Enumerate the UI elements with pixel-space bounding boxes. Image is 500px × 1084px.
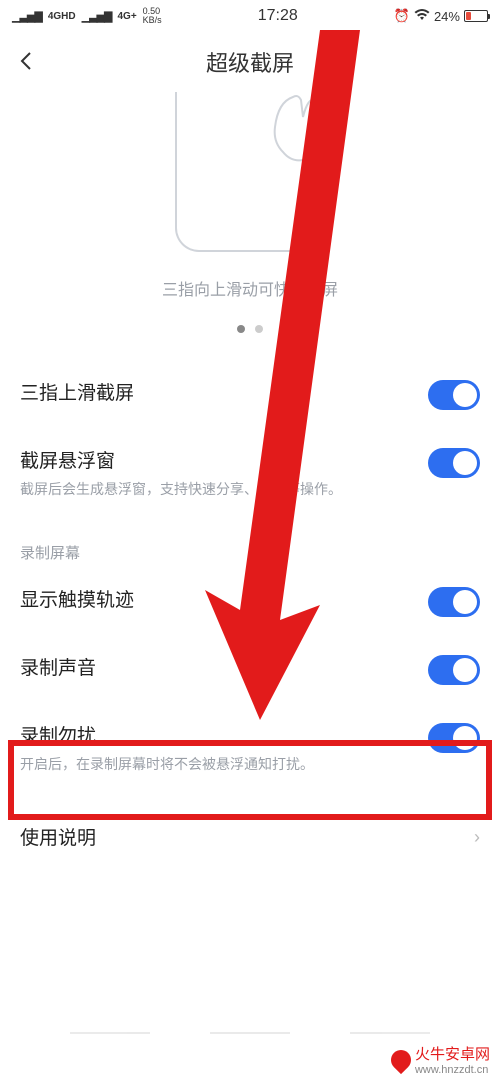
- watermark-url: www.hnzzdt.cn: [415, 1064, 490, 1076]
- watermark-name: 火牛安卓网: [415, 1043, 490, 1064]
- setting-show-touch-trace[interactable]: 显示触摸轨迹: [0, 567, 500, 635]
- section-title-recording: 录制屏幕: [0, 518, 500, 567]
- network-speed: 0.50 KB/s: [143, 7, 162, 25]
- chevron-right-icon: ›: [474, 827, 480, 848]
- flame-icon: [387, 1045, 415, 1073]
- toggle-switch[interactable]: [428, 587, 480, 617]
- tutorial-carousel[interactable]: 三指向上滑动可快速截屏: [0, 92, 500, 352]
- toggle-switch[interactable]: [428, 448, 480, 478]
- status-bar: ▁▃▅▇ 4GHD ▁▃▅▇ 4G+ 0.50 KB/s 17:28 ⏰ 24%: [0, 0, 500, 32]
- wifi-icon: [414, 9, 430, 24]
- toggle-switch[interactable]: [428, 655, 480, 685]
- status-right: ⏰ 24%: [394, 8, 488, 24]
- setting-description: 开启后，在录制屏幕时将不会被悬浮通知打扰。: [20, 754, 416, 775]
- network-label-1: 4GHD: [48, 11, 76, 22]
- setting-record-audio[interactable]: 录制声音: [0, 635, 500, 703]
- settings-list: 三指上滑截屏 截屏悬浮窗 截屏后会生成悬浮窗，支持快速分享、编辑等操作。 录制屏…: [0, 352, 500, 876]
- phone-mockup-icon: [175, 92, 325, 252]
- page-title: 超级截屏: [206, 46, 294, 78]
- setting-label: 录制勿扰: [20, 721, 416, 748]
- clock: 17:28: [258, 7, 298, 25]
- hand-gesture-icon: [253, 82, 343, 172]
- nav-back-icon[interactable]: [70, 1032, 150, 1034]
- toggle-switch[interactable]: [428, 723, 480, 753]
- setting-record-dnd[interactable]: 录制勿扰 开启后，在录制屏幕时将不会被悬浮通知打扰。: [0, 703, 500, 793]
- battery-icon: [464, 10, 488, 22]
- signal-bars-icon: ▁▃▅▇: [82, 10, 112, 23]
- network-label-2: 4G+: [117, 11, 136, 22]
- status-left: ▁▃▅▇ 4GHD ▁▃▅▇ 4G+ 0.50 KB/s: [12, 7, 162, 25]
- signal-bars-icon: ▁▃▅▇: [12, 10, 42, 23]
- alarm-icon: ⏰: [394, 8, 410, 24]
- page-header: 超级截屏: [0, 32, 500, 92]
- setting-three-finger-screenshot[interactable]: 三指上滑截屏: [0, 360, 500, 428]
- setting-label: 三指上滑截屏: [20, 378, 416, 405]
- setting-description: 截屏后会生成悬浮窗，支持快速分享、编辑等操作。: [20, 479, 416, 500]
- nav-recent-icon[interactable]: [350, 1032, 430, 1034]
- battery-percent: 24%: [434, 9, 460, 24]
- setting-usage-instructions[interactable]: 使用说明 ›: [0, 805, 500, 868]
- toggle-switch[interactable]: [428, 380, 480, 410]
- back-button[interactable]: [16, 46, 36, 78]
- tutorial-caption: 三指向上滑动可快速截屏: [0, 276, 500, 300]
- setting-label: 截屏悬浮窗: [20, 446, 416, 473]
- nav-home-icon[interactable]: [210, 1032, 290, 1034]
- dot-inactive: [255, 325, 263, 333]
- setting-label: 显示触摸轨迹: [20, 585, 416, 612]
- setting-label: 录制声音: [20, 653, 416, 680]
- setting-floating-window[interactable]: 截屏悬浮窗 截屏后会生成悬浮窗，支持快速分享、编辑等操作。: [0, 428, 500, 518]
- dot-active: [237, 325, 245, 333]
- watermark: 火牛安卓网 www.hnzzdt.cn: [391, 1043, 490, 1076]
- setting-label: 使用说明: [20, 823, 462, 850]
- carousel-indicator: [0, 320, 500, 338]
